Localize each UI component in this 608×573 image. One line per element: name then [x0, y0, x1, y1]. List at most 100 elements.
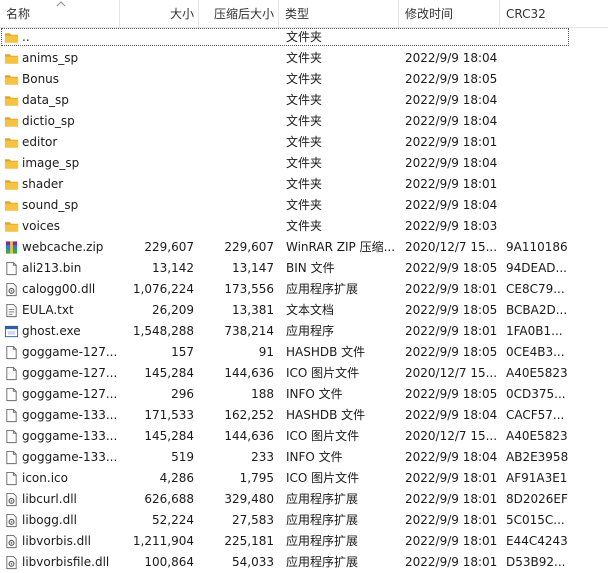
file-row[interactable]: goggame-127... 157 91 HASHDB 文件 2022/9/9 18:…: [0, 342, 608, 363]
file-name: libogg.dll: [22, 513, 77, 527]
file-crc32: [506, 132, 606, 153]
file-name: icon.ico: [22, 471, 68, 485]
column-header-size[interactable]: 大小: [120, 0, 199, 27]
parent-folder-row[interactable]: .. 文件夹: [0, 27, 608, 48]
file-row[interactable]: goggame-127... 145,284 144,636 ICO 图片文件 2020…: [0, 363, 608, 384]
file-name: libcurl.dll: [22, 492, 77, 506]
file-row[interactable]: voices 文件夹 2022/9/9 18:03: [0, 216, 608, 237]
file-name: Bonus: [22, 72, 60, 86]
file-crc32: 94DEAD...: [506, 261, 567, 275]
file-name: goggame-127...: [22, 387, 118, 401]
file-modified-time: 2022/9/9 18:05: [405, 303, 498, 317]
file-type: ICO 图片文件: [286, 429, 360, 443]
file-modified-time: 2022/9/9 18:05: [405, 345, 498, 359]
column-header-modified-label: 修改时间: [405, 7, 454, 21]
file-name: goggame-133...: [22, 450, 118, 464]
column-header-type[interactable]: 类型: [279, 0, 399, 27]
file-compressed-size: 162,252: [224, 408, 274, 422]
file-modified-time: 2020/12/7 15...: [405, 240, 498, 254]
file-type: 文件夹: [286, 30, 323, 44]
column-header-compressed[interactable]: 压缩后大小: [199, 0, 279, 27]
file-type: 文件夹: [286, 93, 323, 107]
file-icon: [4, 345, 19, 360]
file-crc32: AF91A3E1: [506, 471, 568, 485]
winrar-icon: [4, 240, 19, 255]
file-size: 1,211,904: [132, 534, 194, 548]
file-type: INFO 文件: [286, 387, 343, 401]
file-row[interactable]: goggame-127... 296 188 INFO 文件 2022/9/9 18:0…: [0, 384, 608, 405]
file-modified-time: 2022/9/9 18:04: [405, 408, 498, 422]
file-crc32: CACF57...: [506, 408, 565, 422]
file-type: 应用程序扩展: [286, 513, 359, 527]
file-size: 296: [171, 387, 194, 401]
folder-icon: [4, 93, 19, 108]
file-row[interactable]: webcache.zip 229,607 229,607 WinRAR ZIP 压缩.…: [0, 237, 608, 258]
file-modified-time: 2022/9/9 18:05: [405, 261, 498, 275]
file-modified-time: 2022/9/9 18:03: [405, 219, 498, 233]
file-size: [120, 195, 194, 216]
file-size: 13,142: [152, 261, 194, 275]
folder-icon: [4, 198, 19, 213]
file-type: HASHDB 文件: [286, 345, 366, 359]
file-type: BIN 文件: [286, 261, 335, 275]
file-row[interactable]: ghost.exe 1,548,288 738,214 应用程序 2022/9/9 18…: [0, 321, 608, 342]
file-row[interactable]: EULA.txt 26,209 13,381 文本文档 2022/9/9 18:05 BC…: [0, 300, 608, 321]
column-header-name[interactable]: 名称: [0, 0, 120, 27]
file-row[interactable]: calogg00.dll 1,076,224 173,556 应用程序扩展 2022/9…: [0, 279, 608, 300]
column-header-modified[interactable]: 修改时间: [399, 0, 500, 27]
file-icon: [4, 366, 19, 381]
file-compressed-size: 13,147: [232, 261, 274, 275]
file-icon: [4, 429, 19, 444]
file-crc32: A40E5823: [506, 429, 568, 443]
file-size: 519: [171, 450, 194, 464]
file-size: 145,284: [144, 429, 194, 443]
file-row[interactable]: data_sp 文件夹 2022/9/9 18:04: [0, 90, 608, 111]
file-name: anims_sp: [22, 51, 79, 65]
file-name: goggame-127...: [22, 366, 118, 380]
file-type: WinRAR ZIP 压缩...: [286, 240, 396, 254]
dll-icon: [4, 513, 19, 528]
file-compressed-size: [200, 69, 274, 90]
file-row[interactable]: libogg.dll 52,224 27,583 应用程序扩展 2022/9/9 18:…: [0, 510, 608, 531]
file-row[interactable]: goggame-133... 145,284 144,636 ICO 图片文件 2020…: [0, 426, 608, 447]
file-row[interactable]: dictio_sp 文件夹 2022/9/9 18:04: [0, 111, 608, 132]
file-row[interactable]: shader 文件夹 2022/9/9 18:01: [0, 174, 608, 195]
file-row[interactable]: libvorbisfile.dll 100,864 54,033 应用程序扩展 2022…: [0, 552, 608, 573]
file-icon: [4, 471, 19, 486]
file-row[interactable]: libcurl.dll 626,688 329,480 应用程序扩展 2022/9/9 …: [0, 489, 608, 510]
file-crc32: [506, 195, 606, 216]
file-row[interactable]: ali213.bin 13,142 13,147 BIN 文件 2022/9/9 18:…: [0, 258, 608, 279]
file-crc32: [506, 174, 606, 195]
dll-icon: [4, 555, 19, 570]
file-size: [120, 216, 194, 237]
file-row[interactable]: sound_sp 文件夹 2022/9/9 18:04: [0, 195, 608, 216]
file-name: data_sp: [22, 93, 69, 107]
file-row[interactable]: icon.ico 4,286 1,795 ICO 图片文件 2022/9/9 18:01…: [0, 468, 608, 489]
file-modified-time: [405, 27, 499, 48]
file-row[interactable]: goggame-133... 519 233 INFO 文件 2022/9/9 18:0…: [0, 447, 608, 468]
column-header-crc[interactable]: CRC32: [500, 0, 608, 27]
file-compressed-size: 144,636: [224, 429, 274, 443]
file-compressed-size: [200, 216, 274, 237]
file-type: INFO 文件: [286, 450, 343, 464]
file-type: ICO 图片文件: [286, 366, 360, 380]
file-type: 应用程序扩展: [286, 534, 359, 548]
folder-icon: [4, 30, 19, 45]
file-row[interactable]: Bonus 文件夹 2022/9/9 18:05: [0, 69, 608, 90]
file-compressed-size: 91: [258, 345, 274, 359]
column-header-compressed-label: 压缩后大小: [213, 7, 274, 21]
file-size: 626,688: [144, 492, 194, 506]
column-header-size-label: 大小: [169, 7, 194, 21]
file-size: 229,607: [144, 240, 194, 254]
file-row[interactable]: goggame-133... 171,533 162,252 HASHDB 文件 202…: [0, 405, 608, 426]
file-crc32: [506, 27, 606, 48]
file-row[interactable]: image_sp 文件夹 2022/9/9 18:04: [0, 153, 608, 174]
file-crc32: [506, 90, 606, 111]
folder-icon: [4, 135, 19, 150]
file-row[interactable]: editor 文件夹 2022/9/9 18:01: [0, 132, 608, 153]
file-row[interactable]: libvorbis.dll 1,211,904 225,181 应用程序扩展 2022/…: [0, 531, 608, 552]
folder-icon: [4, 114, 19, 129]
file-row[interactable]: anims_sp 文件夹 2022/9/9 18:04: [0, 48, 608, 69]
file-type: 应用程序扩展: [286, 492, 359, 506]
file-modified-time: 2022/9/9 18:01: [405, 492, 498, 506]
